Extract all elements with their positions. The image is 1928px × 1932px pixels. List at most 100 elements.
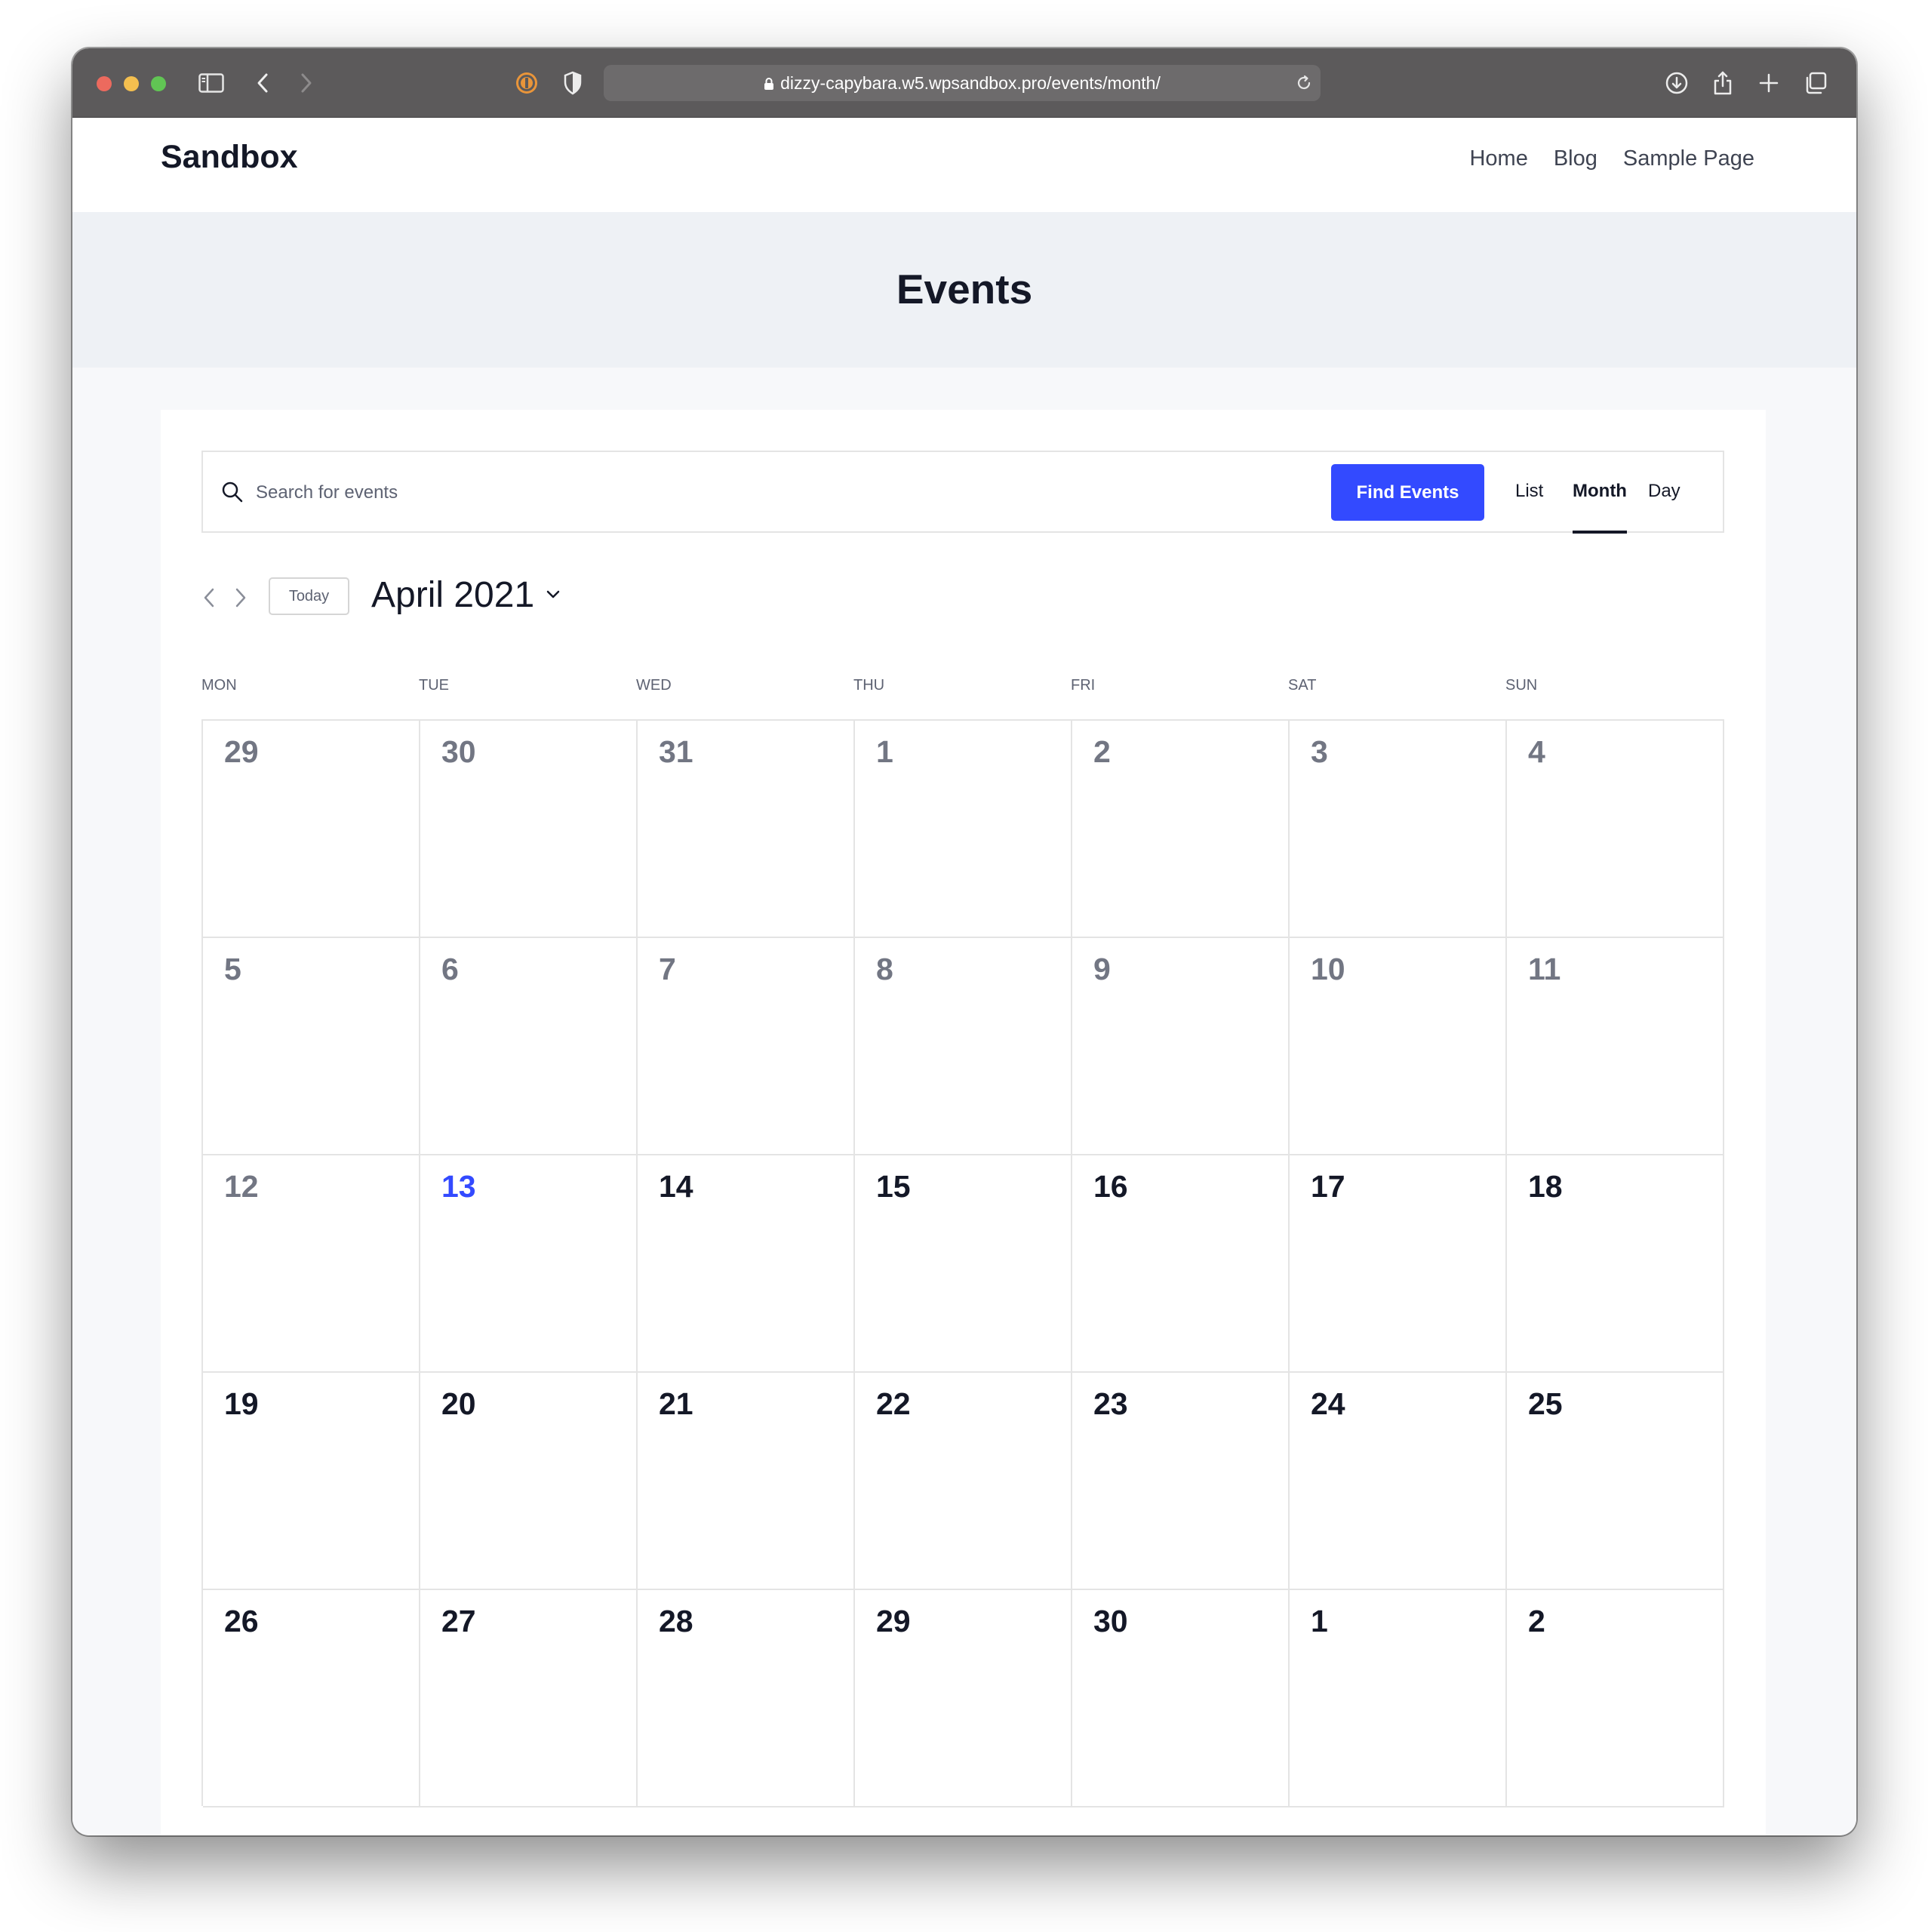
day-number: 6: [441, 952, 459, 986]
calendar-day[interactable]: 20: [420, 1373, 638, 1590]
search-input[interactable]: [254, 473, 1238, 512]
weekday-label: TUE: [419, 677, 449, 694]
day-number: 12: [224, 1169, 259, 1204]
page-title: Events: [896, 266, 1033, 312]
calendar-day[interactable]: 30: [1072, 1590, 1290, 1807]
day-number: 8: [876, 952, 893, 986]
calendar-day[interactable]: 1: [855, 721, 1072, 938]
close-window-button[interactable]: [97, 76, 112, 91]
find-events-button[interactable]: Find Events: [1331, 464, 1484, 521]
calendar-day[interactable]: 7: [638, 938, 855, 1155]
day-number: 20: [441, 1386, 476, 1421]
nav-home[interactable]: Home: [1469, 146, 1527, 171]
calendar-day[interactable]: 21: [638, 1373, 855, 1590]
day-number: 7: [659, 952, 676, 986]
main-nav: Home Blog Sample Page: [1469, 146, 1754, 171]
password-manager-icon[interactable]: [512, 68, 542, 98]
view-month[interactable]: Month: [1573, 481, 1627, 502]
day-number: 14: [659, 1169, 693, 1204]
share-icon[interactable]: [1708, 68, 1738, 98]
month-picker[interactable]: April 2021: [371, 574, 534, 616]
calendar-day[interactable]: 8: [855, 938, 1072, 1155]
tab-overview-icon[interactable]: [1800, 68, 1831, 98]
calendar-day[interactable]: 12: [203, 1155, 420, 1373]
calendar-day[interactable]: 22: [855, 1373, 1072, 1590]
sidebar-toggle-icon[interactable]: [196, 68, 226, 98]
zoom-window-button[interactable]: [151, 76, 166, 91]
today-button[interactable]: Today: [269, 577, 349, 615]
calendar-day[interactable]: 18: [1507, 1155, 1724, 1373]
view-day[interactable]: Day: [1648, 481, 1680, 502]
day-number: 3: [1311, 734, 1328, 769]
calendar-day[interactable]: 9: [1072, 938, 1290, 1155]
day-number: 2: [1093, 734, 1111, 769]
events-bar: Find Events List Month Day: [201, 451, 1724, 534]
day-number: 29: [224, 734, 259, 769]
url-text[interactable]: dizzy-capybara.w5.wpsandbox.pro/events/m…: [604, 65, 1321, 101]
day-number: 1: [1311, 1604, 1328, 1638]
lock-icon: [764, 78, 774, 90]
calendar-day[interactable]: 16: [1072, 1155, 1290, 1373]
day-number: 11: [1528, 952, 1561, 986]
nav-sample-page[interactable]: Sample Page: [1623, 146, 1754, 171]
weekday-label: WED: [636, 677, 672, 694]
calendar-day[interactable]: 3: [1290, 721, 1507, 938]
day-number: 23: [1093, 1386, 1128, 1421]
calendar-day[interactable]: 31: [638, 721, 855, 938]
calendar-day[interactable]: 28: [638, 1590, 855, 1807]
day-number: 10: [1311, 952, 1345, 986]
calendar-day[interactable]: 17: [1290, 1155, 1507, 1373]
minimize-window-button[interactable]: [124, 76, 139, 91]
calendar-day[interactable]: 6: [420, 938, 638, 1155]
page-hero: Events: [72, 212, 1856, 368]
chevron-down-icon[interactable]: [546, 589, 561, 604]
calendar-day[interactable]: 23: [1072, 1373, 1290, 1590]
calendar-day[interactable]: 4: [1507, 721, 1724, 938]
day-number: 4: [1528, 734, 1545, 769]
site-header: Sandbox Home Blog Sample Page: [72, 118, 1856, 212]
address-bar[interactable]: dizzy-capybara.w5.wpsandbox.pro/events/m…: [604, 65, 1321, 101]
next-month-icon[interactable]: [233, 586, 248, 613]
day-number: 28: [659, 1604, 693, 1638]
reload-icon[interactable]: [1295, 74, 1313, 96]
calendar-day[interactable]: 1: [1290, 1590, 1507, 1807]
day-number: 5: [224, 952, 241, 986]
day-number: 2: [1528, 1604, 1545, 1638]
calendar-day[interactable]: 24: [1290, 1373, 1507, 1590]
calendar-day[interactable]: 26: [203, 1590, 420, 1807]
calendar-day[interactable]: 5: [203, 938, 420, 1155]
calendar-day[interactable]: 14: [638, 1155, 855, 1373]
previous-month-icon[interactable]: [201, 586, 217, 613]
day-number: 30: [1093, 1604, 1128, 1638]
day-number: 27: [441, 1604, 476, 1638]
day-number: 25: [1528, 1386, 1563, 1421]
view-list[interactable]: List: [1515, 481, 1543, 502]
calendar-day[interactable]: 25: [1507, 1373, 1724, 1590]
privacy-shield-icon[interactable]: [558, 68, 588, 98]
day-number: 30: [441, 734, 476, 769]
site-title[interactable]: Sandbox: [161, 139, 298, 176]
day-number: 13: [441, 1169, 476, 1204]
month-grid: 29 30 31 1 2 3 4 5 6 7 8 9 10 11 12 13 14 15 16 17 18 19 20 21 2…: [201, 719, 1724, 1807]
calendar-day[interactable]: 29: [203, 721, 420, 938]
calendar-day[interactable]: 11: [1507, 938, 1724, 1155]
weekday-label: SUN: [1505, 677, 1538, 694]
calendar-day[interactable]: 2: [1507, 1590, 1724, 1807]
events-calendar: Find Events List Month Day Today April 2…: [161, 410, 1766, 1835]
calendar-day[interactable]: 10: [1290, 938, 1507, 1155]
calendar-day[interactable]: 29: [855, 1590, 1072, 1807]
calendar-day[interactable]: 27: [420, 1590, 638, 1807]
calendar-day[interactable]: 2: [1072, 721, 1290, 938]
forward-icon[interactable]: [291, 68, 321, 98]
calendar-day[interactable]: 13: [420, 1155, 638, 1373]
new-tab-icon[interactable]: [1754, 68, 1784, 98]
calendar-day[interactable]: 19: [203, 1373, 420, 1590]
weekday-label: FRI: [1071, 677, 1096, 694]
weekday-label: MON: [201, 677, 237, 694]
search-icon: [221, 481, 244, 507]
downloads-icon[interactable]: [1662, 68, 1692, 98]
back-icon[interactable]: [248, 68, 278, 98]
calendar-day[interactable]: 15: [855, 1155, 1072, 1373]
nav-blog[interactable]: Blog: [1554, 146, 1597, 171]
calendar-day[interactable]: 30: [420, 721, 638, 938]
